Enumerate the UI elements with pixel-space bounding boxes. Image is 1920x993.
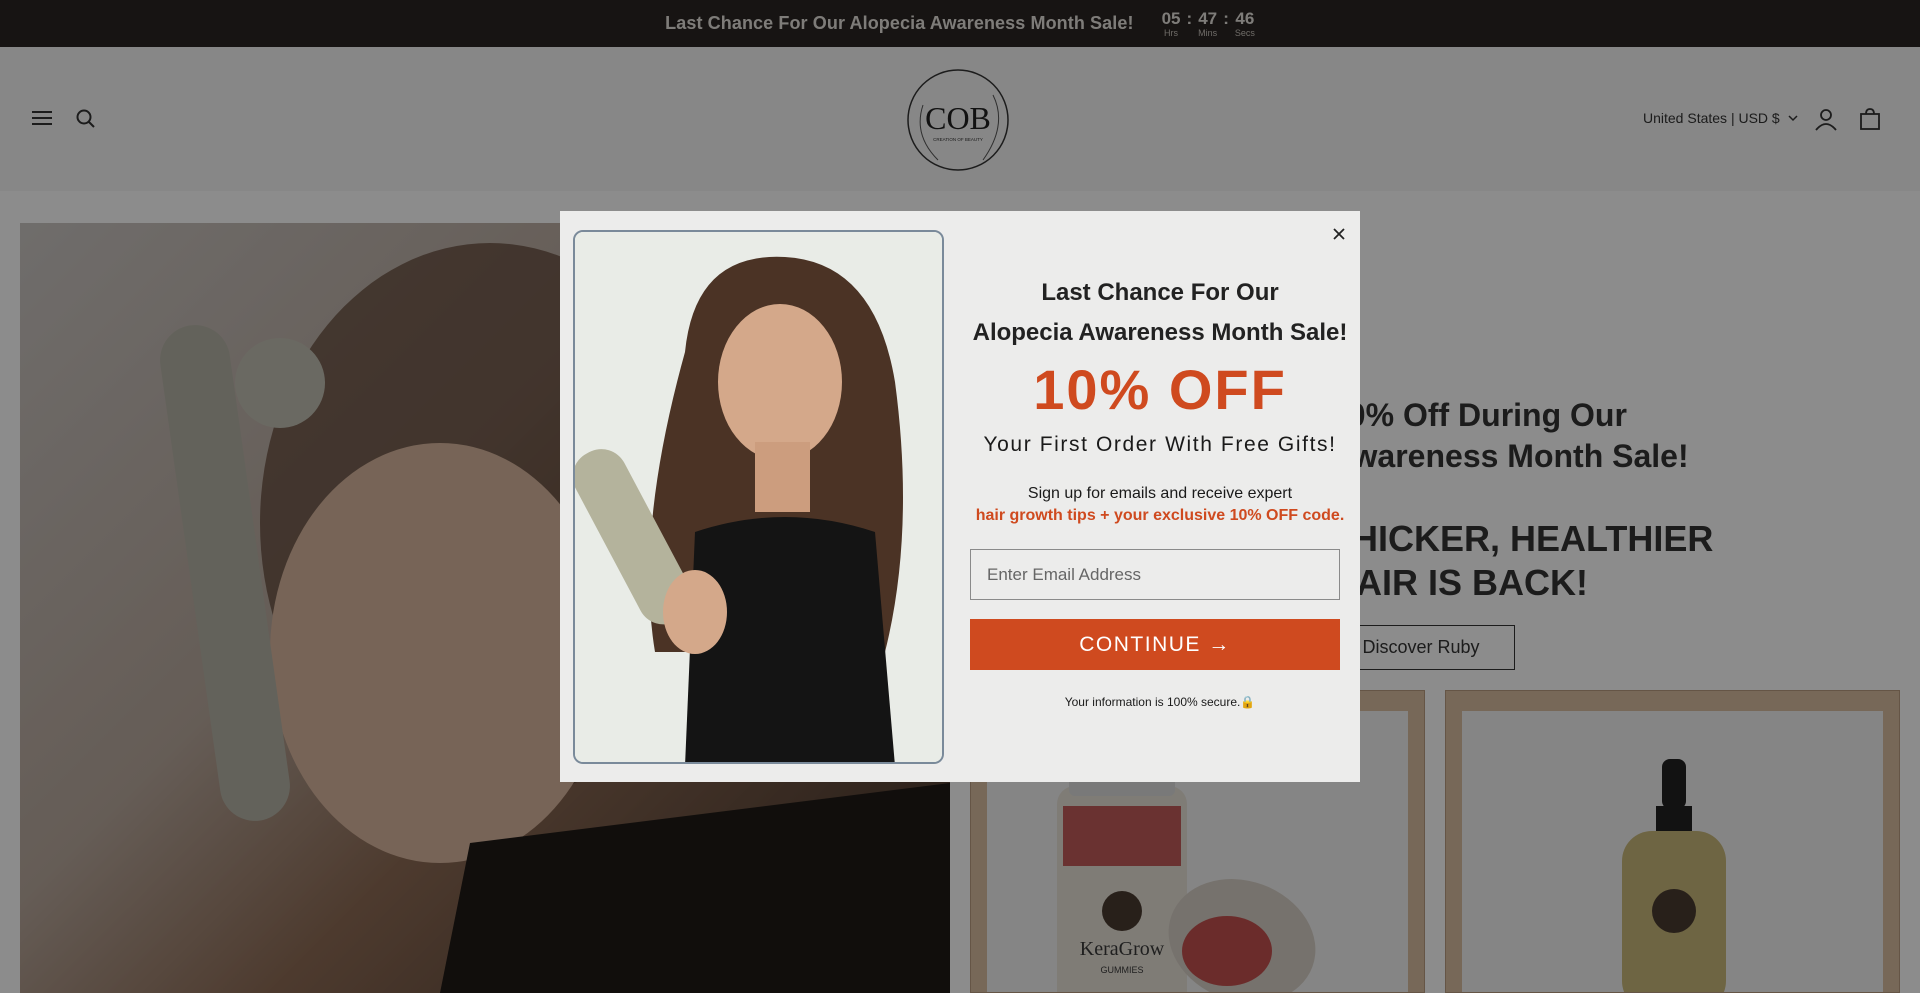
secure-notice: Your information is 100% secure.🔒	[1064, 695, 1256, 709]
modal-content: Last Chance For Our Alopecia Awareness M…	[960, 211, 1360, 782]
modal-image	[573, 230, 944, 764]
modal-title-line1: Last Chance For Our	[1041, 279, 1279, 306]
modal-description-highlight: hair growth tips + your exclusive 10% OF…	[975, 507, 1345, 524]
modal-title: Last Chance For Our Alopecia Awareness M…	[960, 273, 1360, 353]
modal-title-line2: Alopecia Awareness Month Sale!	[972, 319, 1348, 346]
modal-description: Sign up for emails and receive expert	[1027, 485, 1293, 502]
email-input[interactable]	[970, 549, 1340, 600]
signup-modal: Last Chance For Our Alopecia Awareness M…	[560, 211, 1360, 782]
offer-subtitle: Your First Order With Free Gifts!	[983, 433, 1337, 456]
offer-headline: 10% OFF	[1033, 358, 1287, 421]
continue-button[interactable]: CONTINUE →	[970, 619, 1340, 670]
